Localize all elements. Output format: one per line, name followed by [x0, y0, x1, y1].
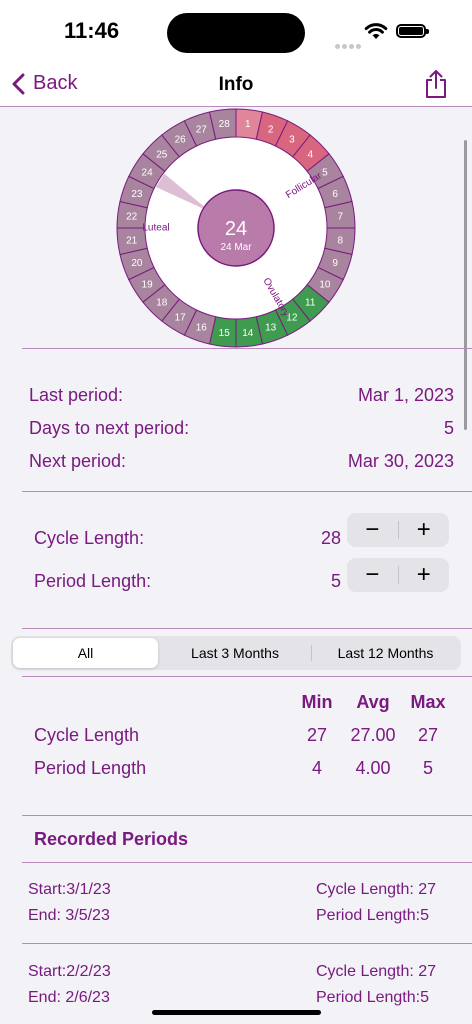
stats-cell-min: 27: [306, 725, 328, 745]
wheel-day-label: 25: [156, 149, 168, 160]
wheel-day-label: 11: [305, 298, 316, 309]
wheel-day-label: 22: [126, 212, 138, 223]
period-length: Period Length:5: [316, 907, 429, 924]
last-period-value: Mar 1, 2023: [357, 385, 454, 405]
cycle-wheel: 1 234567891011121314151617181920212223242…: [116, 108, 356, 348]
period-length-stepper: − +: [347, 558, 449, 592]
wifi-icon: [364, 23, 388, 39]
segment-last-12-months[interactable]: Last 12 Months: [312, 638, 459, 668]
cycle-length-value: 28: [320, 528, 341, 548]
divider: [22, 943, 472, 944]
scrollbar[interactable]: [464, 140, 467, 430]
wheel-day-label: 28: [219, 119, 231, 130]
wheel-day-label: 16: [196, 323, 208, 334]
period-cycle-length: Cycle Length: 27: [316, 963, 437, 980]
wheel-day-label: 3: [289, 135, 295, 146]
stats-header-min: Min: [301, 692, 333, 712]
current-day-number: 24: [225, 218, 247, 240]
period-length-value: 5: [330, 571, 341, 591]
wheel-day-label: 26: [175, 135, 187, 146]
stats-header-max: Max: [410, 692, 446, 712]
wheel-day-label: 14: [242, 328, 254, 339]
recorded-periods-title: Recorded Periods: [34, 829, 189, 849]
wheel-day-label: 17: [175, 312, 187, 323]
period-length: Period Length:5: [316, 989, 429, 1006]
dynamic-island: [167, 13, 305, 53]
page-title: Info: [218, 74, 254, 95]
stats-header-avg: Avg: [356, 692, 390, 712]
stats-cell-min: 4: [311, 758, 322, 778]
wheel-day-label: 7: [338, 212, 344, 223]
stats-row-label: Period Length: [34, 758, 147, 778]
wheel-day-label: 19: [142, 279, 154, 290]
last-period-label: Last period:: [29, 385, 124, 405]
time-range-segmented-control: All Last 3 Months Last 12 Months: [11, 636, 461, 670]
period-length-label: Period Length:: [34, 571, 152, 591]
wheel-day-label: 15: [219, 328, 231, 339]
status-time: 11:46: [64, 18, 120, 43]
days-to-next-label: Days to next period:: [29, 418, 190, 438]
status-bar: 11:46: [0, 0, 472, 64]
home-indicator: [152, 1010, 321, 1015]
wheel-day-label: 24: [142, 168, 154, 179]
cellular-signal-icon: [335, 36, 363, 54]
stats-cell-max: 5: [422, 758, 433, 778]
wheel-day-label: 20: [131, 258, 143, 269]
segment-last-3-months[interactable]: Last 3 Months: [161, 638, 309, 668]
wheel-day-label: 13: [265, 323, 277, 334]
current-day-date: 24 Mar: [220, 242, 252, 253]
days-to-next-value: 5: [443, 418, 454, 438]
phase-label-luteal: Luteal: [142, 223, 169, 234]
wheel-day-label: 9: [332, 258, 338, 269]
share-icon[interactable]: [424, 68, 448, 100]
wheel-day-label: 4: [307, 149, 313, 160]
divider: [22, 348, 472, 349]
divider: [22, 628, 472, 629]
wheel-day-label: 23: [131, 189, 143, 200]
wheel-day-label: 6: [332, 189, 338, 200]
next-period-value: Mar 30, 2023: [347, 451, 454, 471]
period-length-increment-button[interactable]: +: [399, 558, 450, 592]
period-start: Start:3/1/23: [28, 881, 111, 898]
next-period-label: Next period:: [29, 451, 127, 471]
divider: [22, 491, 472, 492]
period-length-decrement-button[interactable]: −: [347, 558, 398, 592]
segment-all[interactable]: All: [13, 638, 158, 668]
wheel-day-label: 21: [126, 235, 138, 246]
cycle-length-increment-button[interactable]: +: [399, 513, 450, 547]
cycle-length-stepper: − +: [347, 513, 449, 547]
wheel-day-label: 18: [156, 298, 168, 309]
divider: [22, 862, 472, 863]
cycle-length-decrement-button[interactable]: −: [347, 513, 398, 547]
stats-row-label: Cycle Length: [34, 725, 140, 745]
period-end: End: 3/5/23: [28, 907, 110, 924]
wheel-day-label: 1: [245, 119, 251, 130]
cycle-length-label: Cycle Length:: [34, 528, 145, 548]
wheel-day-label: 8: [338, 235, 344, 246]
wheel-day-label: 5: [322, 168, 328, 179]
stats-cell-avg: 27.00: [350, 725, 396, 745]
period-start: Start:2/2/23: [28, 963, 111, 980]
battery-icon: [396, 24, 429, 38]
divider: [22, 676, 472, 677]
wheel-day-label: 10: [319, 279, 331, 290]
stats-cell-avg: 4.00: [355, 758, 391, 778]
stats-cell-max: 27: [417, 725, 439, 745]
wheel-day-label: 2: [268, 124, 274, 135]
period-cycle-length: Cycle Length: 27: [316, 881, 437, 898]
period-end: End: 2/6/23: [28, 989, 110, 1006]
divider: [22, 815, 472, 816]
navigation-bar: Back Info: [0, 64, 472, 107]
wheel-day-label: 27: [196, 124, 208, 135]
